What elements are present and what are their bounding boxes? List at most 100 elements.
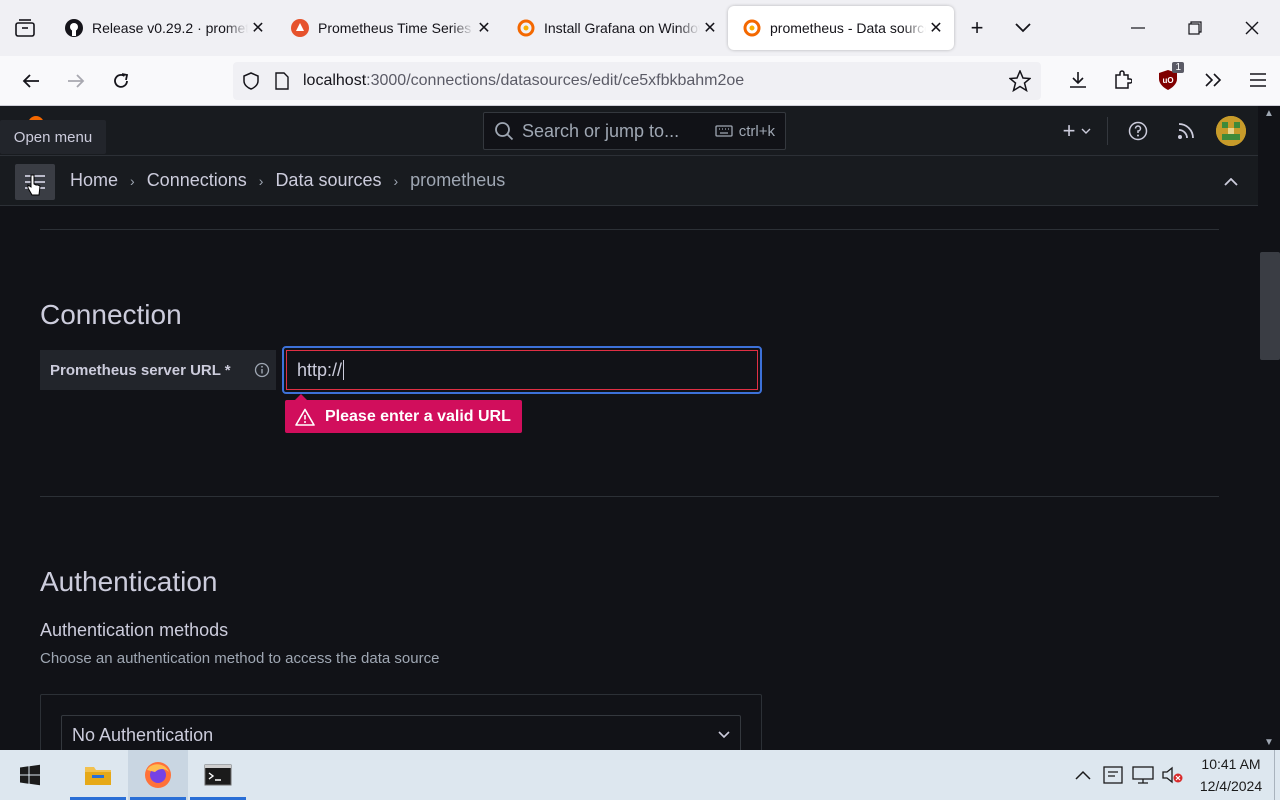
auth-methods-title: Authentication methods — [40, 620, 229, 640]
collapse-header-button[interactable] — [1224, 170, 1238, 191]
restore-button[interactable] — [1166, 0, 1223, 56]
keyboard-icon — [715, 125, 733, 137]
close-icon[interactable]: ✕ — [700, 18, 720, 38]
volume-muted-icon — [1162, 766, 1183, 784]
validation-error: Please enter a valid URL — [285, 394, 522, 433]
start-button[interactable] — [0, 750, 60, 800]
address-bar[interactable]: localhost:3000/connections/datasources/e… — [233, 62, 1041, 100]
downloads-button[interactable] — [1055, 62, 1100, 98]
chevron-down-icon — [1081, 128, 1091, 134]
arrow-right-icon — [67, 73, 84, 88]
overflow-button[interactable] — [1190, 62, 1235, 98]
reload-icon — [113, 72, 128, 88]
tab-list-icon — [15, 19, 35, 37]
chevron-right-icon: › — [258, 172, 264, 189]
tab-title: Install Grafana on Windows — [544, 20, 700, 36]
close-icon[interactable]: ✕ — [248, 18, 268, 38]
windows-taskbar: 10:41 AM 12/4/2024 — [0, 750, 1280, 800]
shield-icon[interactable] — [243, 72, 259, 90]
tab-title: Release v0.29.2 · prometheus — [92, 20, 248, 36]
url-text: localhost:3000/connections/datasources/e… — [303, 72, 744, 90]
extensions-button[interactable] — [1100, 62, 1145, 98]
keyboard-layout-icon — [1103, 766, 1123, 784]
close-icon — [1245, 21, 1258, 35]
scrollbar-thumb[interactable] — [1260, 252, 1280, 360]
browser-tab[interactable]: Install Grafana on Windows ✕ — [502, 6, 728, 50]
show-desktop-button[interactable] — [1274, 750, 1280, 800]
plus-icon: + — [970, 15, 984, 40]
tab-title: Prometheus Time Series — [318, 20, 472, 36]
authentication-section-title: Authentication — [40, 566, 218, 597]
close-icon[interactable]: ✕ — [926, 18, 946, 38]
mouse-cursor-icon — [27, 174, 41, 196]
server-url-label: Prometheus server URL * — [40, 350, 276, 390]
scroll-down-icon[interactable]: ▼ — [1264, 737, 1274, 748]
taskbar-firefox[interactable] — [128, 750, 188, 800]
chevron-right-icon: › — [393, 172, 399, 189]
taskbar-file-explorer[interactable] — [68, 750, 128, 800]
system-tray: 10:41 AM 12/4/2024 — [1068, 750, 1280, 800]
network-icon — [1132, 766, 1154, 784]
url-path: :3000/connections/datasources/edit/ce5xf… — [366, 72, 745, 89]
help-button[interactable] — [1114, 116, 1162, 146]
chevron-down-icon — [1015, 23, 1031, 33]
browser-tab-strip: Release v0.29.2 · prometheus ✕ Prometheu… — [0, 0, 1280, 56]
help-icon — [1128, 121, 1148, 141]
page-scrollbar[interactable]: ▲ ▼ — [1258, 106, 1280, 750]
new-tab-button[interactable]: + — [954, 0, 1000, 56]
bookmark-star-icon[interactable] — [1008, 69, 1032, 97]
svg-text:uO: uO — [1162, 76, 1173, 85]
volume-button[interactable] — [1158, 750, 1188, 800]
github-icon — [64, 18, 84, 38]
avatar[interactable] — [1216, 116, 1246, 146]
grafana-icon — [742, 18, 762, 38]
clock-date: 12/4/2024 — [1199, 778, 1263, 794]
app-menu-button[interactable] — [1235, 62, 1280, 98]
windows-icon — [20, 764, 40, 786]
auth-method-select[interactable]: No Authentication — [61, 715, 741, 750]
chevron-up-icon — [1075, 770, 1091, 780]
breadcrumb-home[interactable]: Home — [70, 170, 118, 191]
window-controls — [1109, 0, 1280, 56]
scroll-up-icon[interactable]: ▲ — [1264, 108, 1274, 119]
network-button[interactable] — [1128, 750, 1158, 800]
server-url-input[interactable]: http:// — [286, 350, 758, 390]
open-menu-tooltip: Open menu — [0, 120, 106, 154]
browser-tab-active[interactable]: prometheus - Data sources ✕ — [728, 6, 954, 50]
back-button[interactable] — [8, 63, 53, 99]
close-icon[interactable]: ✕ — [474, 18, 494, 38]
browser-tab[interactable]: Release v0.29.2 · prometheus ✕ — [50, 6, 276, 50]
browser-nav-bar: localhost:3000/connections/datasources/e… — [0, 56, 1280, 106]
tab-list-button[interactable] — [0, 0, 50, 56]
close-window-button[interactable] — [1223, 0, 1280, 56]
prometheus-icon — [290, 18, 310, 38]
info-icon[interactable] — [254, 362, 270, 382]
warning-icon — [295, 408, 315, 426]
plus-icon: + — [1062, 118, 1076, 143]
divider — [40, 229, 1219, 230]
list-all-tabs-button[interactable] — [1000, 0, 1046, 56]
system-clock[interactable]: 10:41 AM 12/4/2024 — [1188, 753, 1274, 797]
divider — [1107, 117, 1108, 145]
minimize-button[interactable] — [1109, 0, 1166, 56]
forward-button[interactable] — [53, 63, 98, 99]
text-caret — [343, 360, 345, 380]
page-icon[interactable] — [275, 72, 289, 90]
firefox-icon — [145, 762, 171, 788]
ublock-button[interactable]: uO 1 — [1145, 62, 1190, 98]
news-button[interactable] — [1162, 116, 1210, 146]
server-url-label-text: Prometheus server URL * — [50, 361, 231, 379]
breadcrumb: Home › Connections › Data sources › prom… — [70, 170, 505, 191]
tray-app-icon[interactable] — [1098, 750, 1128, 800]
browser-tab[interactable]: Prometheus Time Series ✕ — [276, 6, 502, 50]
hamburger-icon — [1249, 73, 1266, 87]
folder-icon — [85, 767, 111, 785]
search-bar[interactable]: Search or jump to... ctrl+k — [483, 112, 786, 150]
breadcrumb-data-sources[interactable]: Data sources — [275, 170, 381, 191]
new-button[interactable]: + — [1053, 116, 1101, 146]
breadcrumb-connections[interactable]: Connections — [147, 170, 247, 191]
toolbar-right: uO 1 — [1055, 62, 1280, 98]
taskbar-terminal[interactable] — [188, 750, 248, 800]
reload-button[interactable] — [98, 63, 143, 99]
show-hidden-icons-button[interactable] — [1068, 750, 1098, 800]
